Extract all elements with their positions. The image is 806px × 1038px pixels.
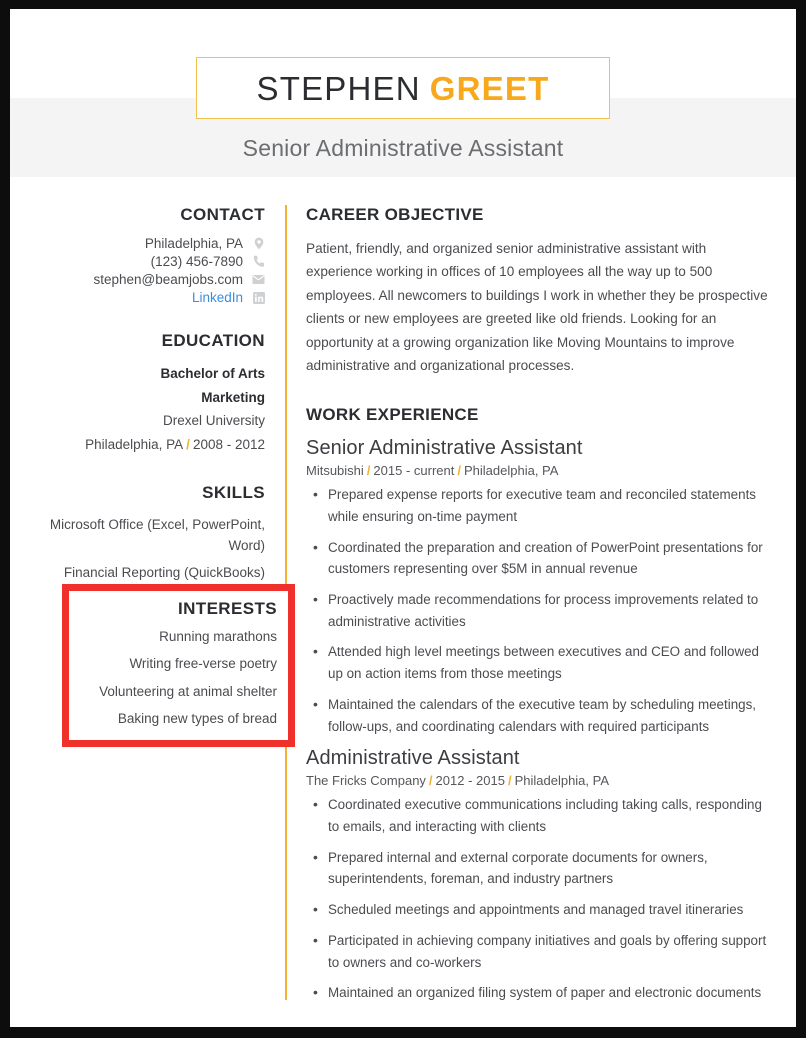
- name-last: GREET: [429, 69, 550, 107]
- job-title: Senior Administrative Assistant: [306, 437, 583, 460]
- job-separator: /: [457, 463, 461, 479]
- list-item: Maintained an organized filing system of…: [306, 981, 776, 1004]
- career-objective-section: CAREER OBJECTIVE Patient, friendly, and …: [306, 205, 776, 377]
- education-major: Marketing: [201, 389, 265, 405]
- name-box: STEPHEN GREET: [196, 57, 610, 119]
- list-item: Coordinated the preparation and creation…: [306, 536, 776, 580]
- location-pin-icon: [252, 237, 265, 250]
- job-subtitle: Senior Administrative Assistant: [242, 135, 564, 161]
- list-item: Coordinated executive communications inc…: [306, 793, 776, 837]
- list-item: Running marathons: [159, 629, 277, 644]
- job-separator: /: [428, 773, 433, 789]
- work-experience-heading: WORK EXPERIENCE: [306, 405, 479, 425]
- education-section: EDUCATION Bachelor of Arts Marketing Dre…: [20, 331, 265, 457]
- contact-row-email: stephen@beamjobs.com: [20, 272, 265, 287]
- interests-heading: INTERESTS: [177, 599, 277, 618]
- contact-linkedin-link[interactable]: LinkedIn: [192, 290, 243, 305]
- education-location: Philadelphia, PA: [85, 436, 184, 452]
- list-item: Maintained the calendars of the executiv…: [306, 693, 776, 737]
- job-location: Philadelphia, PA: [463, 463, 559, 479]
- job-entry: Administrative Assistant The Fricks Comp…: [306, 747, 776, 1004]
- interests-list: Running marathons Writing free-verse poe…: [80, 627, 277, 729]
- list-item: Volunteering at animal shelter: [99, 683, 277, 699]
- job-dates: 2015 - current: [373, 463, 455, 479]
- job-separator: /: [507, 773, 512, 789]
- name-first: STEPHEN: [256, 69, 421, 107]
- main-column: CAREER OBJECTIVE Patient, friendly, and …: [306, 205, 776, 1014]
- job-meta: The Fricks Company/2012 - 2015/Philadelp…: [306, 773, 776, 788]
- education-dates: 2008 - 2012: [192, 436, 265, 452]
- list-item: Scheduled meetings and appointments and …: [306, 898, 776, 921]
- list-item: Prepared internal and external corporate…: [306, 846, 776, 890]
- phone-icon: [252, 255, 265, 268]
- list-item: Participated in achieving company initia…: [306, 929, 776, 973]
- job-entry: Senior Administrative Assistant Mitsubis…: [306, 437, 776, 737]
- career-objective-text: Patient, friendly, and organized senior …: [306, 241, 768, 373]
- list-item: Baking new types of bread: [117, 710, 277, 726]
- job-location: Philadelphia, PA: [514, 773, 610, 789]
- contact-row-phone: (123) 456-7890: [20, 254, 265, 269]
- list-item: Financial Reporting (QuickBooks): [63, 565, 265, 581]
- resume-page-frame: STEPHEN GREET Senior Administrative Assis…: [0, 0, 806, 1038]
- list-item: Proactively made recommendations for pro…: [306, 588, 776, 632]
- contact-email-text: stephen@beamjobs.com: [93, 272, 243, 287]
- candidate-name: STEPHEN GREET: [257, 72, 550, 105]
- contact-section: CONTACT Philadelphia, PA (123) 456-7890 …: [20, 205, 265, 305]
- education-school: Drexel University: [162, 413, 265, 429]
- list-item: Attended high level meetings between exe…: [306, 640, 776, 684]
- contact-row-linkedin[interactable]: LinkedIn: [20, 290, 265, 305]
- envelope-icon: [252, 273, 265, 286]
- contact-phone-text: (123) 456-7890: [150, 254, 243, 269]
- job-separator: /: [366, 463, 371, 479]
- job-bullet-list: Prepared expense reports for executive t…: [306, 483, 776, 737]
- job-title: Administrative Assistant: [306, 747, 520, 770]
- education-separator: /: [186, 436, 190, 452]
- resume-sheet: STEPHEN GREET Senior Administrative Assis…: [10, 9, 796, 1027]
- linkedin-icon[interactable]: [252, 291, 265, 304]
- list-item: Writing free-verse poetry: [129, 656, 277, 672]
- education-degree: Bachelor of Arts: [160, 366, 265, 381]
- job-meta: Mitsubishi/2015 - current / Philadelphia, …: [306, 463, 776, 478]
- job-company: Mitsubishi: [306, 463, 364, 479]
- education-heading: EDUCATION: [161, 331, 265, 350]
- interests-section-highlight: INTERESTS Running marathons Writing free…: [62, 584, 295, 747]
- job-bullet-list: Coordinated executive communications inc…: [306, 793, 776, 1004]
- job-company: The Fricks Company: [306, 773, 426, 789]
- work-experience-section: WORK EXPERIENCE Senior Administrative As…: [306, 405, 776, 1004]
- list-item: Prepared expense reports for executive t…: [306, 483, 776, 527]
- job-dates: 2012 - 2015: [435, 773, 505, 789]
- contact-row-location: Philadelphia, PA: [20, 236, 265, 251]
- education-location-dates: Philadelphia, PA/2008 - 2012: [20, 433, 265, 457]
- skills-heading: SKILLS: [202, 482, 265, 502]
- career-objective-heading: CAREER OBJECTIVE: [306, 205, 484, 224]
- list-item: Microsoft Office (Excel, PowerPoint, Wor…: [49, 516, 265, 554]
- contact-location-text: Philadelphia, PA: [144, 236, 243, 251]
- contact-heading: CONTACT: [180, 205, 265, 224]
